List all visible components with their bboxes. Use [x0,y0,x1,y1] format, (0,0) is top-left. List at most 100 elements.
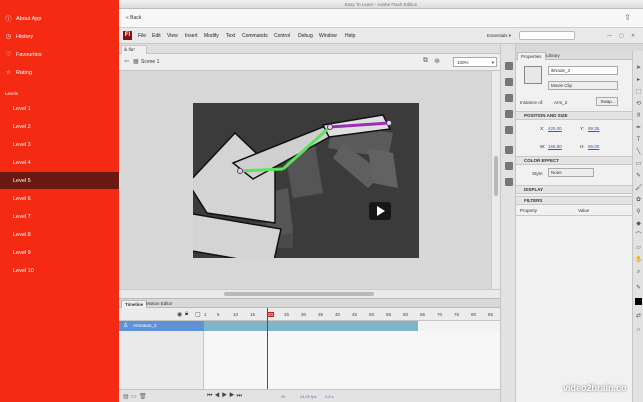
delete-layer-icon[interactable]: 🗑︎ [139,393,147,400]
frame-rate[interactable]: 24.00 fps [300,394,316,399]
bone-tool-icon[interactable]: ⚲ [635,209,642,216]
lasso-tool-icon[interactable]: ϑ [635,113,642,120]
current-frame[interactable]: 20 [281,394,285,399]
brush-tool-icon[interactable]: 🖌︎ [635,185,643,192]
stage-horizontal-scrollbar[interactable] [119,289,500,298]
sidebar-item-level-5[interactable]: Level 5 [0,172,119,189]
color-panel-icon[interactable] [505,62,513,70]
pen-tool-icon[interactable]: ✒ [635,125,642,132]
selection-tool-icon[interactable]: ➤ [635,65,642,72]
menu-text[interactable]: Text [226,33,235,39]
menu-edit[interactable]: Edit [152,33,161,39]
sidebar-item-level-7[interactable]: Level 7 [0,208,119,225]
stage-vertical-scrollbar[interactable] [491,71,500,289]
timeline-ruler[interactable]: ◉ 🔒︎ ▢ 1 5 10 15 20 25 30 35 40 45 50 55… [119,308,500,321]
y-value[interactable]: 89.35 [588,126,599,131]
sidebar-item-rating[interactable]: ☆ Rating [0,64,119,81]
hand-tool-icon[interactable]: ✋ [635,257,642,264]
maximize-icon[interactable]: ▢ [619,33,624,39]
menu-insert[interactable]: Insert [185,33,198,39]
pencil-tool-icon[interactable]: ✎ [635,173,642,180]
text-tool-icon[interactable]: T [635,137,642,144]
fill-color-swatch[interactable] [635,298,642,305]
subselection-tool-icon[interactable]: ▸ [635,77,642,84]
back-arrow-icon[interactable]: ⇦ [124,58,129,65]
deco-tool-icon[interactable]: ✿ [635,197,642,204]
section-filters[interactable]: FILTERS [516,196,632,205]
tab-properties[interactable]: Properties [517,52,546,60]
menu-commands[interactable]: Commands [242,33,268,39]
rectangle-tool-icon[interactable]: ▭ [635,161,642,168]
sidebar-item-about-app[interactable]: ⓘ About App [0,10,119,27]
eraser-tool-icon[interactable]: ▱ [635,245,642,252]
new-layer-icon[interactable]: ▤ [123,393,129,400]
pose-layer-span[interactable] [204,321,418,331]
sidebar-item-level-8[interactable]: Level 8 [0,226,119,243]
transform-panel-icon[interactable] [505,126,513,134]
sidebar-item-level-10[interactable]: Level 10 [0,262,119,279]
sidebar-item-level-2[interactable]: Level 2 [0,118,119,135]
workspace-selector[interactable]: Essentials ▾ [487,33,511,39]
x-value[interactable]: 425.00 [548,126,562,131]
horizontal-scroll-thumb[interactable] [224,292,374,296]
sidebar-item-favourites[interactable]: ♡ Favourites [0,46,119,63]
share-icon[interactable]: ⇪ [624,13,631,22]
minimize-icon[interactable]: — [607,33,612,39]
menu-help[interactable]: Help [345,33,355,39]
info-panel-icon[interactable] [505,110,513,118]
eye-icon[interactable]: ◉ [177,311,182,318]
section-color-effect[interactable]: COLOR EFFECT [516,156,632,165]
stage[interactable] [180,103,419,266]
vertical-scroll-thumb[interactable] [494,156,498,196]
3d-rotation-tool-icon[interactable]: ⟲ [635,101,642,108]
zoom-tool-icon[interactable]: ⌕ [635,269,642,276]
edit-scene-icon[interactable]: ⧉ [423,57,428,65]
menu-window[interactable]: Window [319,33,337,39]
playhead[interactable] [267,308,268,390]
menu-debug[interactable]: Debug [298,33,313,39]
free-transform-tool-icon[interactable]: ⬚ [635,89,642,96]
back-button[interactable]: « Back [126,15,141,21]
document-tab[interactable]: ik.fla* [121,45,147,54]
menu-file[interactable]: File [138,33,146,39]
section-display[interactable]: DISPLAY [516,185,632,194]
snap-icon[interactable]: ∩ [635,327,642,334]
w-value[interactable]: 156.80 [548,144,562,149]
sidebar-item-level-4[interactable]: Level 4 [0,154,119,171]
playback-controls[interactable]: ⏮◀▶▶⏭ [207,393,244,400]
sidebar-item-level-1[interactable]: Level 1 [0,100,119,117]
eyedropper-tool-icon[interactable]: ⌒ [635,233,642,240]
timeline-layer-row[interactable]: ♙ Armature_2 [119,321,500,331]
edit-symbol-icon[interactable]: ⊕ [434,57,440,65]
style-select[interactable]: None [548,168,594,177]
menu-view[interactable]: View [167,33,178,39]
instance-name-field[interactable]: ikNode_3 [548,66,618,75]
zoom-select[interactable]: 100% ▾ [453,57,497,67]
new-folder-icon[interactable]: ▭ [131,393,137,400]
align-panel-icon[interactable] [505,94,513,102]
swatches-panel-icon[interactable] [505,78,513,86]
line-tool-icon[interactable]: ╲ [635,149,642,156]
lock-icon[interactable]: 🔒︎ [185,311,188,318]
components-panel-icon[interactable] [505,146,513,154]
stroke-color-icon[interactable]: ✎ [635,285,642,292]
tab-motion-editor[interactable]: Motion Editor [143,300,176,308]
layer-name-cell[interactable]: ♙ Armature_2 [119,321,204,331]
section-position-size[interactable]: POSITION AND SIZE [516,111,632,120]
close-icon[interactable]: ✕ [631,33,635,39]
motion-presets-panel-icon[interactable] [505,162,513,170]
sidebar-item-level-9[interactable]: Level 9 [0,244,119,261]
sidebar-item-history[interactable]: ◷ History [0,28,119,45]
code-snippets-panel-icon[interactable] [505,178,513,186]
menu-modify[interactable]: Modify [204,33,219,39]
swap-colors-icon[interactable]: ⇄ [635,313,642,320]
tab-library[interactable]: Library [543,52,563,60]
sidebar-item-level-3[interactable]: Level 3 [0,136,119,153]
h-value[interactable]: 86.00 [588,144,599,149]
menu-control[interactable]: Control [274,33,290,39]
symbol-type-select[interactable]: Movie Clip [548,81,618,90]
outline-icon[interactable]: ▢ [195,311,201,318]
swap-button[interactable]: Swap... [596,97,618,106]
paint-bucket-tool-icon[interactable]: ◆ [635,221,642,228]
sidebar-item-level-6[interactable]: Level 6 [0,190,119,207]
